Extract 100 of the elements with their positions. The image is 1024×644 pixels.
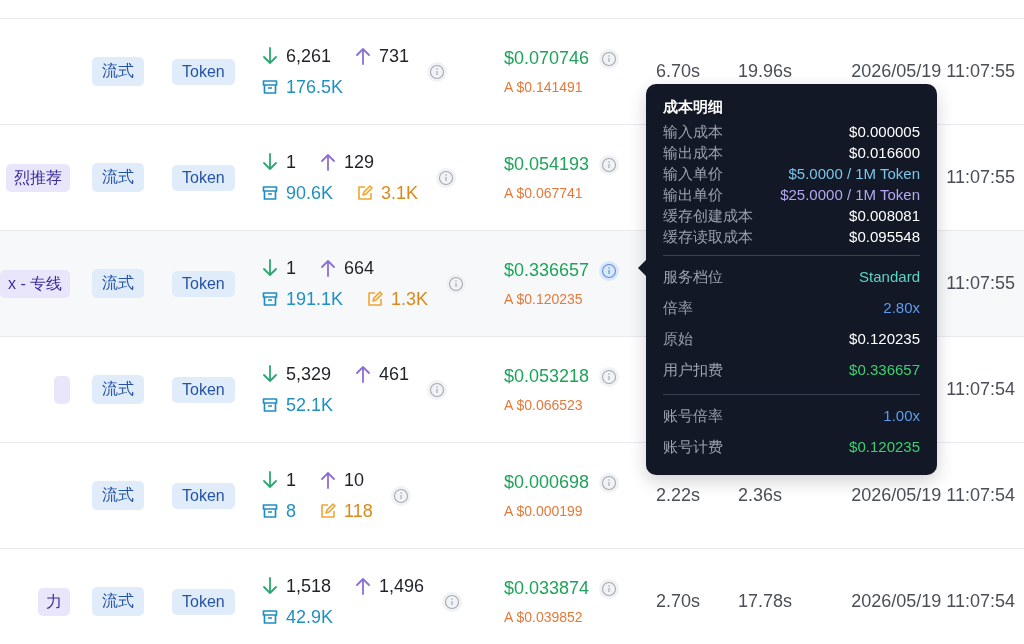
- archive-box-icon: [262, 397, 278, 413]
- cost-label: 缓存创建成本: [663, 206, 753, 226]
- archive-box-icon: [262, 503, 278, 519]
- archive-box-icon: [262, 291, 278, 307]
- cache-read-tokens: 42.9K: [286, 606, 334, 628]
- output-tokens: 10: [344, 469, 365, 491]
- info-icon[interactable]: [427, 379, 448, 400]
- billing-type-tag: Token: [172, 588, 235, 615]
- arrow-down-icon: [262, 471, 278, 489]
- cost-amount: $0.336657: [849, 360, 920, 380]
- cache-read-tokens: 8: [286, 500, 296, 522]
- input-tokens: 6,261: [286, 45, 332, 67]
- info-icon[interactable]: [427, 61, 448, 82]
- model-tag: 烈推荐: [6, 163, 70, 192]
- info-icon[interactable]: [442, 591, 463, 612]
- cache-read-tokens: 176.5K: [286, 76, 344, 98]
- billing-type-tag: Token: [172, 270, 235, 297]
- cache-write-tokens: 3.1K: [381, 182, 419, 204]
- cache-write-tokens: 1.3K: [391, 288, 429, 310]
- cost-value: $0.070746: [504, 48, 590, 69]
- actual-cost: A $0.066523: [504, 397, 584, 413]
- edit-icon: [367, 291, 384, 307]
- cost-label: 缓存读取成本: [663, 227, 753, 247]
- cost-amount: $0.120235: [849, 437, 920, 457]
- cost-amount: $0.120235: [849, 329, 920, 349]
- cost-value: $0.053218: [504, 366, 590, 387]
- info-icon[interactable]: [599, 578, 620, 599]
- stream-tag: 流式: [92, 587, 144, 616]
- cost-label: 原始: [663, 329, 693, 349]
- info-icon[interactable]: [599, 48, 620, 69]
- timestamp: 11:07:55: [946, 167, 1015, 187]
- info-icon[interactable]: [599, 260, 620, 281]
- billing-type-tag: Token: [172, 164, 235, 191]
- cost-label: 输入单价: [663, 164, 723, 184]
- actual-cost: A $0.000199: [504, 503, 584, 519]
- arrow-up-icon: [355, 47, 372, 65]
- cache-read-tokens: 52.1K: [286, 394, 334, 416]
- output-tokens: 461: [379, 363, 410, 385]
- arrow-up-icon: [320, 153, 336, 171]
- cost-label: 服务档位: [663, 267, 723, 287]
- cost-value: $0.033874: [504, 578, 590, 599]
- cost-label: 输入成本: [663, 122, 723, 142]
- archive-box-icon: [262, 185, 278, 201]
- actual-cost: A $0.067741: [504, 185, 584, 201]
- total-time: 19.96s: [737, 61, 793, 81]
- info-icon[interactable]: [446, 273, 467, 294]
- timestamp: 11:07:54: [946, 379, 1015, 399]
- output-tokens: 129: [344, 151, 375, 173]
- cost-amount: 1.00x: [883, 406, 920, 426]
- arrow-up-icon: [320, 471, 336, 489]
- arrow-down-icon: [262, 259, 278, 277]
- cost-amount: 2.80x: [883, 298, 920, 318]
- input-tokens: 1: [286, 257, 296, 279]
- stream-tag: 流式: [92, 163, 144, 192]
- output-tokens: 664: [344, 257, 375, 279]
- arrow-up-icon: [355, 365, 372, 383]
- info-icon[interactable]: [436, 167, 457, 188]
- timestamp: 2026/05/19 11:07:55: [851, 61, 1015, 81]
- edit-icon: [320, 503, 336, 519]
- cost-label: 输出成本: [663, 143, 723, 163]
- tooltip-title: 成本明细: [663, 98, 724, 117]
- first-token-time: 2.70s: [655, 591, 701, 611]
- input-tokens: 1: [286, 469, 296, 491]
- output-tokens: 1,496: [379, 575, 425, 597]
- arrow-up-icon: [355, 577, 372, 595]
- cost-value: $0.336657: [504, 260, 590, 281]
- input-tokens: 1: [286, 151, 296, 173]
- arrow-down-icon: [262, 153, 278, 171]
- arrow-down-icon: [262, 47, 278, 65]
- cost-label: 输出单价: [663, 185, 723, 205]
- cost-amount: $0.016600: [849, 143, 920, 163]
- arrow-down-icon: [262, 577, 278, 595]
- stream-tag: 流式: [92, 375, 144, 404]
- actual-cost: A $0.120235: [504, 291, 584, 307]
- model-tag: x - 专线: [0, 269, 70, 298]
- cost-label: 倍率: [663, 298, 693, 318]
- info-icon[interactable]: [599, 154, 620, 175]
- cache-read-tokens: 191.1K: [286, 288, 344, 310]
- cost-label: 账号倍率: [663, 406, 723, 426]
- timestamp: 2026/05/19 11:07:54: [851, 485, 1015, 505]
- cost-amount: Standard: [859, 267, 920, 287]
- arrow-up-icon: [320, 259, 336, 277]
- info-icon[interactable]: [599, 366, 620, 387]
- info-icon[interactable]: [599, 472, 620, 493]
- cost-value: $0.054193: [504, 154, 590, 175]
- cost-value: $0.000698: [504, 472, 590, 493]
- cost-amount: $25.0000 / 1M Token: [780, 185, 920, 205]
- cost-label: 账号计费: [663, 437, 723, 457]
- timestamp: 2026/05/19 11:07:54: [851, 591, 1015, 611]
- output-tokens: 731: [379, 45, 410, 67]
- input-tokens: 5,329: [286, 363, 332, 385]
- billing-type-tag: Token: [172, 376, 235, 403]
- total-time: 17.78s: [737, 591, 793, 611]
- timestamp: 11:07:55: [946, 273, 1015, 293]
- info-icon[interactable]: [390, 485, 411, 506]
- archive-box-icon: [262, 609, 278, 625]
- billing-type-tag: Token: [172, 482, 235, 509]
- edit-icon: [357, 185, 374, 201]
- total-time: 2.36s: [737, 485, 783, 505]
- first-token-time: 2.22s: [655, 485, 701, 505]
